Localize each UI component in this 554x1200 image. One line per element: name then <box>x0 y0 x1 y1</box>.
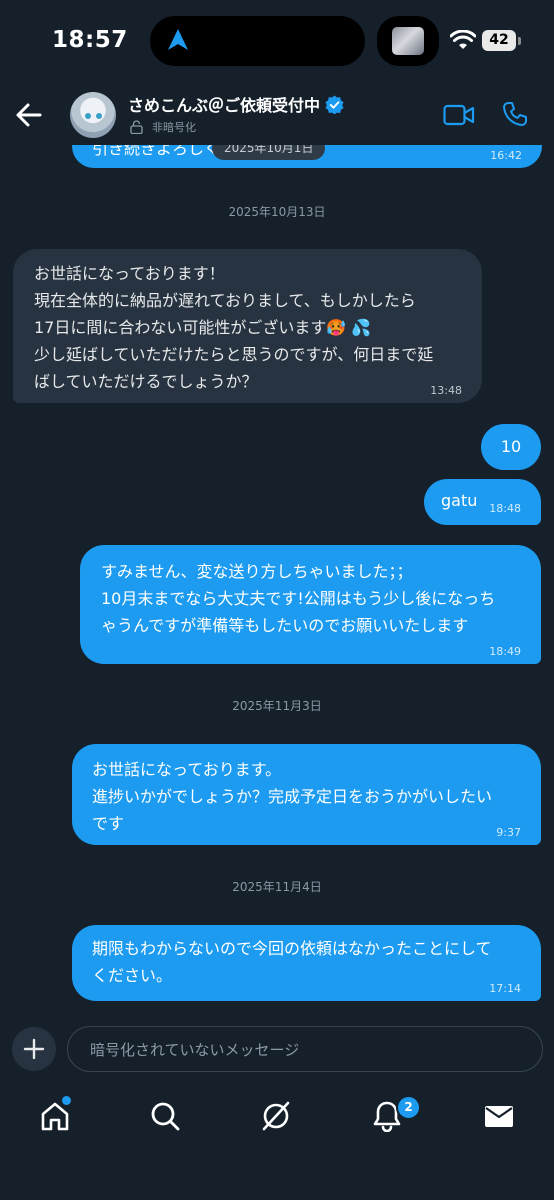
attach-button[interactable] <box>12 1027 56 1071</box>
message-text: 期限もわからないので今回の依頼はなかったことにして ください。 <box>92 939 492 985</box>
message-list[interactable]: 引き続きよろしくお願いします！ 16:42 2025年10月1日 2025年10… <box>0 115 554 1025</box>
phone-icon[interactable] <box>502 101 528 127</box>
message-bubble-outgoing[interactable]: すみません、変な送り方しちゃいました；； 10月末までなら大丈夫です!公開はもう… <box>80 545 541 664</box>
status-bar: 18:57 42 <box>0 0 554 85</box>
encryption-label: 非暗号化 <box>152 121 196 134</box>
tab-grok[interactable] <box>251 1093 301 1139</box>
message-input[interactable]: 暗号化されていないメッセージ <box>67 1026 543 1072</box>
encryption-status: 非暗号化 <box>130 119 196 135</box>
tab-home[interactable] <box>30 1093 80 1139</box>
tab-search[interactable] <box>140 1093 190 1139</box>
status-time: 18:57 <box>52 27 128 53</box>
message-time: 13:48 <box>430 384 462 397</box>
contact-name: さめこんぶ＠ご依頼受付中 <box>128 96 321 115</box>
message-time: 16:42 <box>490 149 522 162</box>
message-input-placeholder: 暗号化されていないメッセージ <box>90 1041 300 1059</box>
arrow-left-icon[interactable] <box>10 99 50 131</box>
battery-tip <box>518 37 521 45</box>
message-text: お世話になっております！ 現在全体的に納品が遅れておりまして、もしかしたら 17… <box>34 264 434 391</box>
date-separator: 2025年11月3日 <box>232 699 322 713</box>
bottom-tab-bar: 2 <box>0 1085 554 1200</box>
message-bubble-incoming[interactable]: お世話になっております！ 現在全体的に納品が遅れておりまして、もしかしたら 17… <box>13 249 482 403</box>
conversation-header: さめこんぶ＠ご依頼受付中 非暗号化 <box>0 85 554 145</box>
message-text: すみません、変な送り方しちゃいました；； 10月末までなら大丈夫です!公開はもう… <box>101 562 496 635</box>
media-thumbnail <box>392 27 424 55</box>
live-activity <box>377 16 439 66</box>
contact-name-row[interactable]: さめこんぶ＠ご依頼受付中 <box>128 93 344 115</box>
message-bubble-outgoing[interactable]: お世話になっております。 進捗いかがでしょうか？完成予定日をおうかがいしたい で… <box>72 744 541 845</box>
message-bubble-outgoing[interactable]: 期限もわからないので今回の依頼はなかったことにして ください。 17:14 <box>72 925 541 1001</box>
avatar-eye <box>96 113 102 119</box>
plus-icon <box>23 1038 45 1060</box>
message-time: 18:49 <box>489 645 521 658</box>
lock-icon <box>130 120 143 134</box>
tab-messages[interactable] <box>474 1093 524 1139</box>
location-arrow-icon <box>168 29 188 50</box>
notifications-badge: 2 <box>396 1095 421 1120</box>
grok-icon <box>262 1101 290 1131</box>
message-text: 10 <box>500 437 522 456</box>
verified-icon <box>325 94 344 114</box>
message-time: 9:37 <box>496 826 521 839</box>
avatar[interactable] <box>70 92 116 138</box>
avatar-eye <box>85 113 91 119</box>
message-text: お世話になっております。 進捗いかがでしょうか？完成予定日をおうかがいしたい で… <box>92 760 493 833</box>
wifi-icon <box>450 30 476 49</box>
message-time: 17:14 <box>489 982 521 995</box>
search-icon <box>151 1102 180 1131</box>
date-separator: 2025年11月4日 <box>232 880 322 894</box>
battery-indicator: 42 <box>482 30 516 51</box>
message-bubble-outgoing[interactable]: gatu 18:48 <box>424 479 541 525</box>
video-icon[interactable] <box>443 103 475 127</box>
mail-icon <box>485 1106 513 1127</box>
message-time: 18:48 <box>489 502 521 515</box>
message-bubble-outgoing[interactable]: 10 <box>481 424 541 470</box>
home-unread-dot <box>62 1096 71 1105</box>
date-separator: 2025年10月13日 <box>228 205 326 219</box>
